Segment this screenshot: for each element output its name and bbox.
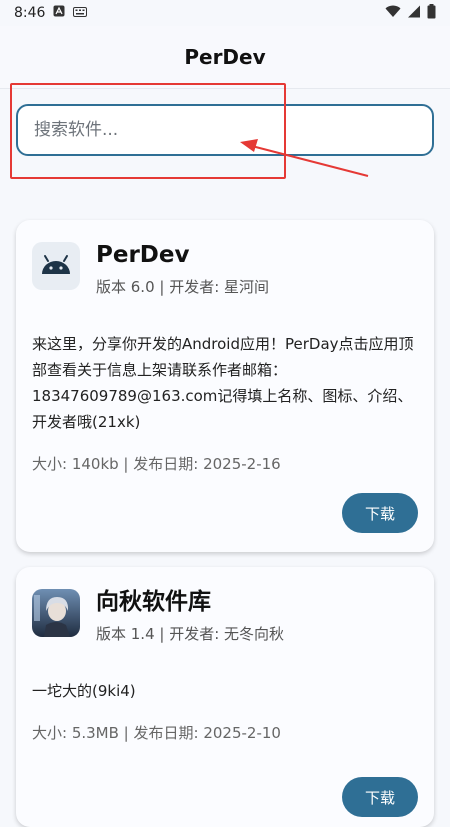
app-card-header: PerDev 版本 6.0 | 开发者: 星河间 xyxy=(32,240,418,297)
android-icon xyxy=(32,242,80,290)
app-card[interactable]: 向秋软件库 版本 1.4 | 开发者: 无冬向秋 一坨大的(9ki4) 大小: … xyxy=(16,567,434,827)
search-input[interactable] xyxy=(32,119,418,141)
search-field[interactable] xyxy=(16,104,434,156)
notification-a-icon xyxy=(53,5,65,21)
app-name: 向秋软件库 xyxy=(96,589,211,615)
wifi-icon xyxy=(385,5,401,22)
app-size-date: 大小: 5.3MB | 发布日期: 2025-2-10 xyxy=(32,724,281,742)
app-meta: PerDev 版本 6.0 | 开发者: 星河间 xyxy=(96,240,269,297)
signal-icon xyxy=(407,5,421,22)
battery-icon xyxy=(427,3,436,23)
app-version-developer: 版本 6.0 | 开发者: 星河间 xyxy=(96,278,270,296)
avatar-icon xyxy=(32,589,80,637)
app-bar: PerDev xyxy=(0,26,450,89)
app-meta: 向秋软件库 版本 1.4 | 开发者: 无冬向秋 xyxy=(96,587,284,644)
app-version-developer: 版本 1.4 | 开发者: 无冬向秋 xyxy=(96,625,285,643)
status-left: 8:46 xyxy=(14,5,88,21)
status-time: 8:46 xyxy=(14,5,46,21)
app-card-header: 向秋软件库 版本 1.4 | 开发者: 无冬向秋 xyxy=(32,587,418,644)
app-description: 一坨大的(9ki4) xyxy=(32,682,136,700)
status-right xyxy=(385,3,436,23)
app-description: 来这里，分享你开发的Android应用！PerDay点击应用顶部查看关于信息上架… xyxy=(32,335,414,431)
app-card[interactable]: PerDev 版本 6.0 | 开发者: 星河间 来这里，分享你开发的Andro… xyxy=(16,220,434,552)
download-button[interactable]: 下载 xyxy=(342,493,418,533)
keyboard-icon xyxy=(73,5,88,21)
app-size-date: 大小: 140kb | 发布日期: 2025-2-16 xyxy=(32,455,281,473)
app-name: PerDev xyxy=(96,242,190,268)
download-button[interactable]: 下载 xyxy=(342,777,418,817)
app-bar-title: PerDev xyxy=(184,45,266,69)
status-bar: 8:46 xyxy=(0,0,450,26)
